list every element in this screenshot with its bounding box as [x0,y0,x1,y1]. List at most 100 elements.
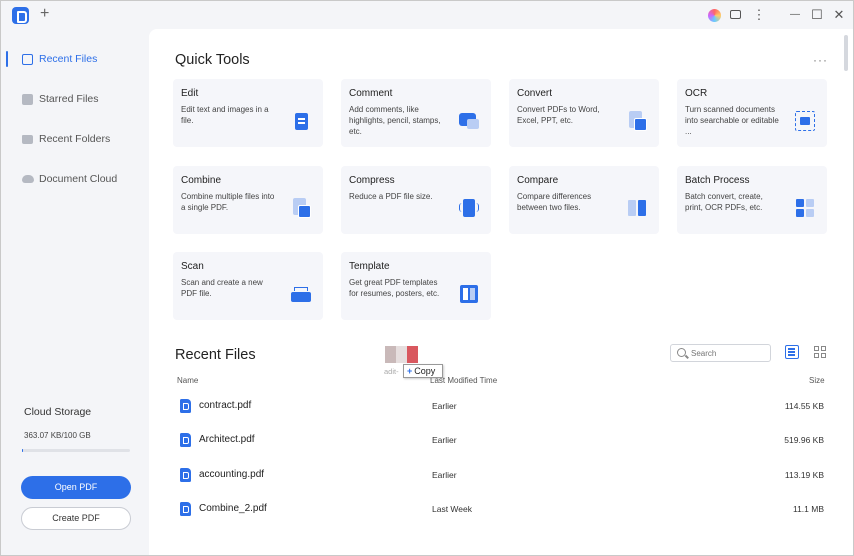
storage-progress-fill [22,449,24,452]
storage-progress-bar [22,449,130,452]
tool-card-combine[interactable]: Combine Combine multiple files into a si… [173,166,323,234]
table-row[interactable]: accounting.pdf Earlier 113.19 KB [149,458,853,492]
folder-icon [22,134,33,144]
message-icon[interactable] [728,7,744,23]
plus-icon: + [407,366,413,376]
app-window: + ⋮ — ☐ ✕ Recent Files Starred Files Rec… [0,0,854,556]
file-name: Architect.pdf [199,434,255,445]
batch-process-icon [795,198,815,220]
edit-icon [291,111,311,133]
tool-description: Edit text and images in a file. [181,105,269,125]
pdf-file-icon [180,502,191,516]
sidebar-item-document-cloud[interactable]: Document Cloud [1,164,149,194]
cloud-icon [22,175,34,183]
file-name: contract.pdf [199,400,252,411]
tool-card-compress[interactable]: Compress Reduce a PDF file size. [341,166,491,234]
file-modified: Earlier [432,470,457,480]
sidebar-item-label: Recent Files [39,53,98,65]
table-row[interactable]: Architect.pdf Earlier 519.96 KB [149,423,853,457]
new-tab-button[interactable]: + [40,5,49,23]
more-menu-button[interactable]: ⋮ [751,7,767,23]
template-icon [459,284,479,306]
file-modified: Earlier [432,401,457,411]
cloud-storage-title: Cloud Storage [24,406,92,418]
app-logo-icon [12,7,29,24]
tool-card-batch-process[interactable]: Batch Process Batch convert, create, pri… [677,166,827,234]
document-icon [22,53,33,65]
comment-icon [459,111,479,133]
sidebar-item-recent-folders[interactable]: Recent Folders [1,124,149,154]
tool-card-edit[interactable]: Edit Edit text and images in a file. [173,79,323,147]
sidebar-item-label: Recent Folders [39,133,111,145]
copy-drag-tooltip: + Copy [403,364,443,378]
tool-card-scan[interactable]: Scan Scan and create a new PDF file. [173,252,323,320]
tool-description: Add comments, like highlights, pencil, s… [349,105,441,136]
tool-title: Compare [517,175,559,186]
recent-files-title: Recent Files [175,347,256,363]
search-input[interactable] [691,347,767,359]
sidebar-item-recent-files[interactable]: Recent Files [1,44,149,74]
file-size: 519.96 KB [784,435,824,445]
column-header-size[interactable]: Size [809,376,825,385]
file-modified: Last Week [432,504,473,514]
file-modified: Earlier [432,435,457,445]
tool-title: Comment [349,88,393,99]
copy-label: Copy [414,366,436,376]
tool-title: Batch Process [685,175,750,186]
tool-description: Combine multiple files into a single PDF… [181,192,275,212]
tool-description: Scan and create a new PDF file. [181,278,263,298]
tool-description: Reduce a PDF file size. [349,192,433,201]
compare-icon [627,198,647,220]
convert-icon [627,111,647,133]
list-view-icon[interactable] [785,345,799,359]
tool-description: Batch convert, create, print, OCR PDFs, … [685,192,763,212]
search-icon [677,348,686,357]
file-size: 113.19 KB [784,470,824,480]
combine-icon [291,198,311,220]
tool-title: OCR [685,88,708,99]
search-box[interactable] [670,344,771,362]
ocr-scan-icon [795,111,815,133]
file-name: accounting.pdf [199,469,265,480]
user-avatar[interactable] [708,9,721,22]
sidebar-item-label: Document Cloud [39,173,118,185]
pdf-file-icon [180,468,191,482]
sidebar: Recent Files Starred Files Recent Folder… [1,29,149,555]
sidebar-item-label: Starred Files [39,93,99,105]
tool-title: Combine [181,175,222,186]
file-size: 114.55 KB [784,401,824,411]
open-pdf-button[interactable]: Open PDF [21,476,131,499]
tool-title: Convert [517,88,553,99]
cloud-storage-value: 363.07 KB/100 GB [24,431,91,440]
file-size: 11.1 MB [792,504,824,514]
scrollbar[interactable] [844,35,848,71]
maximize-button[interactable]: ☐ [809,7,825,23]
tool-description: Get great PDF templates for resumes, pos… [349,278,440,298]
file-name: Combine_2.pdf [199,503,267,514]
pdf-file-icon [180,433,191,447]
tool-description: Turn scanned documents into searchable o… [685,105,779,136]
quick-tools-title: Quick Tools [175,52,250,68]
tool-card-template[interactable]: Template Get great PDF templates for res… [341,252,491,320]
minimize-button[interactable]: — [787,7,803,23]
tool-card-ocr[interactable]: OCR Turn scanned documents into searchab… [677,79,827,147]
tool-card-convert[interactable]: Convert Convert PDFs to Word, Excel, PPT… [509,79,659,147]
star-icon [22,93,33,105]
table-row[interactable]: contract.pdf Earlier 114.55 KB [149,389,853,423]
grid-view-icon[interactable] [814,346,826,358]
tool-description: Convert PDFs to Word, Excel, PPT, etc. [517,105,600,125]
title-bar: + ⋮ — ☐ ✕ [1,1,853,29]
drag-file-label: adit- [384,367,399,376]
drag-file-thumbnail [385,346,418,363]
table-row[interactable]: Combine_2.pdf Last Week 11.1 MB [149,492,853,526]
close-button[interactable]: ✕ [831,7,847,23]
more-options-button[interactable]: ··· [813,53,828,67]
tool-card-compare[interactable]: Compare Compare differences between two … [509,166,659,234]
tool-card-comment[interactable]: Comment Add comments, like highlights, p… [341,79,491,147]
compress-icon [459,198,479,220]
create-pdf-button[interactable]: Create PDF [21,507,131,530]
tool-title: Compress [349,175,395,186]
tool-title: Scan [181,261,204,272]
column-header-name[interactable]: Name [177,376,198,385]
sidebar-item-starred-files[interactable]: Starred Files [1,84,149,114]
